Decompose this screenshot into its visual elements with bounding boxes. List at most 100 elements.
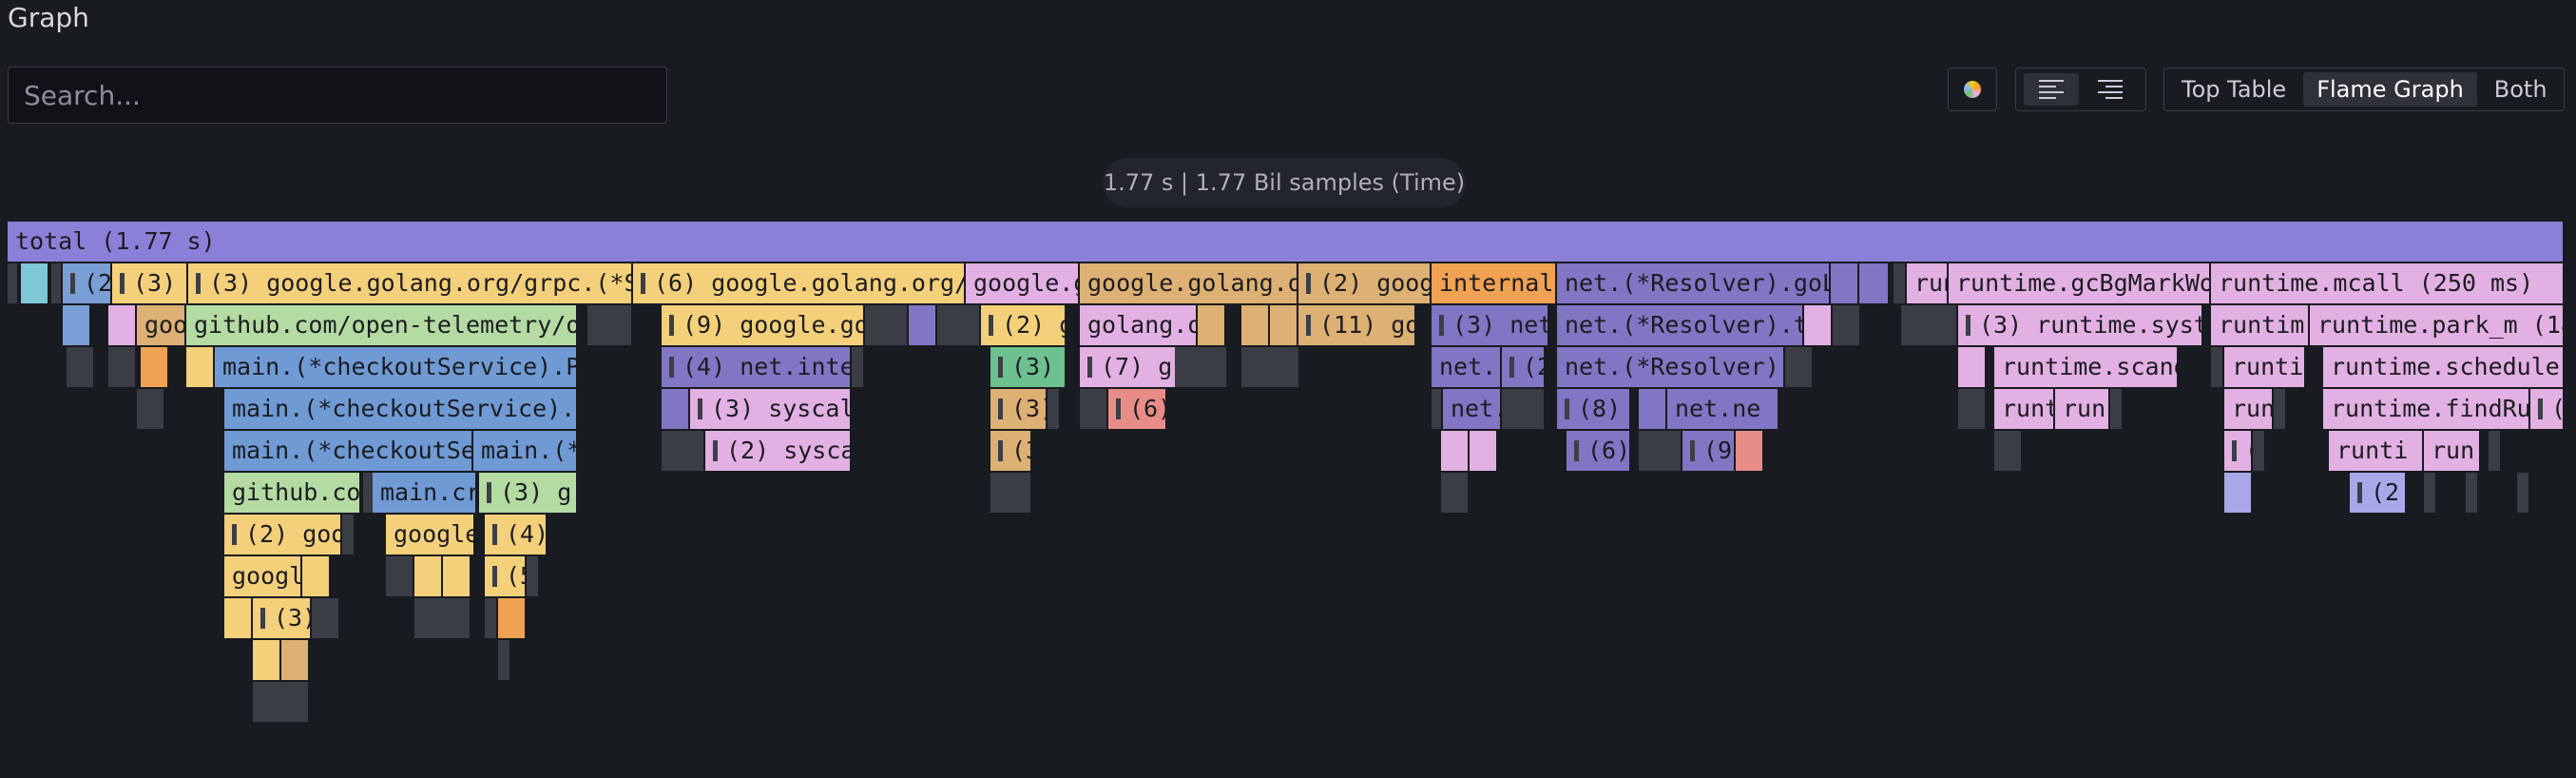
- flame-root-frame[interactable]: total (1.77 s): [8, 222, 2565, 262]
- flame-frame[interactable]: main.(*: [473, 431, 578, 471]
- flame-frame[interactable]: google.g: [966, 263, 1080, 303]
- flame-frame[interactable]: (9) google.go: [662, 305, 865, 345]
- flame-frame[interactable]: [281, 640, 310, 680]
- tab-flame-graph[interactable]: Flame Graph: [2303, 72, 2477, 107]
- flame-frame[interactable]: [1198, 305, 1226, 345]
- flame-frame[interactable]: [386, 556, 414, 596]
- flame-frame[interactable]: (6) google.golang.org/g: [633, 263, 966, 303]
- flame-frame[interactable]: runtime.schedule: [2323, 347, 2565, 387]
- flame-frame[interactable]: (2) sysca: [705, 431, 852, 471]
- flame-frame[interactable]: [1639, 431, 1682, 471]
- flame-frame[interactable]: (2: [63, 263, 112, 303]
- search-input[interactable]: [8, 67, 667, 124]
- flame-frame[interactable]: [108, 305, 137, 345]
- flame-frame[interactable]: [937, 305, 981, 345]
- flame-frame[interactable]: [414, 556, 443, 596]
- flame-frame[interactable]: (3) syscal: [690, 389, 852, 429]
- flame-frame[interactable]: [1894, 263, 1907, 303]
- flame-frame[interactable]: [1441, 473, 1470, 513]
- flame-frame[interactable]: runt: [1994, 389, 2055, 429]
- flame-frame[interactable]: (6): [1567, 431, 1631, 471]
- flame-frame[interactable]: (3): [112, 263, 188, 303]
- tab-both[interactable]: Both: [2481, 72, 2561, 107]
- flame-frame[interactable]: net.: [1443, 389, 1502, 429]
- flame-frame[interactable]: google: [224, 556, 302, 596]
- align-right-button[interactable]: [2083, 73, 2138, 106]
- flame-frame[interactable]: internal/: [1432, 263, 1557, 303]
- flame-frame[interactable]: [1804, 305, 1833, 345]
- flame-frame[interactable]: run: [2424, 431, 2481, 471]
- flame-frame[interactable]: [302, 556, 331, 596]
- color-scheme-button[interactable]: [1948, 68, 1997, 111]
- flame-frame[interactable]: [1958, 389, 1987, 429]
- flame-frame[interactable]: [485, 598, 498, 638]
- flame-frame[interactable]: [1639, 389, 1667, 429]
- flame-frame[interactable]: [1901, 305, 1958, 345]
- flame-frame[interactable]: [527, 556, 540, 596]
- flame-frame[interactable]: [865, 305, 909, 345]
- flame-frame[interactable]: [1831, 263, 1859, 303]
- flame-frame[interactable]: [2224, 473, 2253, 513]
- flame-frame[interactable]: google.golang.o: [1080, 263, 1298, 303]
- flame-frame[interactable]: [21, 263, 49, 303]
- flame-frame[interactable]: net.(: [1432, 347, 1502, 387]
- flame-frame[interactable]: github.com/open-telemetry/o: [186, 305, 578, 345]
- flame-frame[interactable]: [137, 389, 165, 429]
- flame-frame[interactable]: [1502, 389, 1546, 429]
- flame-frame[interactable]: [990, 473, 1032, 513]
- flame-frame[interactable]: [186, 347, 215, 387]
- flame-frame[interactable]: runti: [2224, 347, 2306, 387]
- flame-frame[interactable]: [2110, 389, 2124, 429]
- flame-frame[interactable]: [587, 305, 633, 345]
- flame-frame[interactable]: (2) goo: [224, 515, 342, 554]
- flame-frame[interactable]: net.(*Resolver).goL: [1557, 263, 1831, 303]
- flame-frame[interactable]: [1470, 431, 1498, 471]
- flame-frame[interactable]: [443, 556, 471, 596]
- flame-frame[interactable]: [662, 389, 690, 429]
- flame-frame[interactable]: [2466, 473, 2479, 513]
- flame-frame[interactable]: (2) g: [981, 305, 1067, 345]
- flame-frame[interactable]: goo: [137, 305, 186, 345]
- flame-frame[interactable]: main.(*checkoutService).P: [215, 347, 578, 387]
- flame-frame[interactable]: run: [1907, 263, 1949, 303]
- flame-frame[interactable]: [1958, 347, 1987, 387]
- flame-frame[interactable]: [1833, 305, 1861, 345]
- flame-frame[interactable]: (5: [485, 556, 527, 596]
- flame-frame[interactable]: (2: [2350, 473, 2407, 513]
- flame-frame[interactable]: [342, 515, 356, 554]
- flame-graph[interactable]: total (1.77 s) (2 (3) (3) google.golang.org…: [8, 222, 2565, 735]
- flame-frame[interactable]: [1175, 347, 1228, 387]
- flame-frame[interactable]: runtime.park_m (18: [2310, 305, 2565, 345]
- flame-frame[interactable]: [1994, 431, 2023, 471]
- flame-frame[interactable]: (2) goog: [1298, 263, 1432, 303]
- flame-frame[interactable]: (4): [485, 515, 548, 554]
- flame-frame[interactable]: [852, 347, 865, 387]
- flame-frame[interactable]: [662, 431, 705, 471]
- flame-frame[interactable]: [2211, 347, 2224, 387]
- flame-frame[interactable]: (4) net.inte: [662, 347, 852, 387]
- flame-frame[interactable]: [224, 598, 253, 638]
- flame-frame[interactable]: [2489, 431, 2502, 471]
- flame-frame[interactable]: (3) net: [1432, 305, 1549, 345]
- flame-frame[interactable]: [8, 263, 19, 303]
- flame-frame[interactable]: run: [2055, 389, 2110, 429]
- flame-frame[interactable]: google: [386, 515, 475, 554]
- flame-frame[interactable]: main.(*checkoutService).: [224, 389, 578, 429]
- flame-frame[interactable]: golang.o: [1080, 305, 1198, 345]
- flame-frame[interactable]: (6): [1108, 389, 1167, 429]
- flame-frame[interactable]: [67, 347, 95, 387]
- flame-frame[interactable]: (3): [253, 598, 312, 638]
- flame-frame[interactable]: [2424, 473, 2437, 513]
- flame-frame[interactable]: [63, 305, 91, 345]
- flame-frame[interactable]: [498, 598, 527, 638]
- flame-frame[interactable]: [498, 640, 511, 680]
- flame-frame[interactable]: (3) runtime.syst: [1958, 305, 2203, 345]
- flame-frame[interactable]: (8): [1557, 389, 1631, 429]
- flame-frame[interactable]: [1241, 305, 1270, 345]
- flame-frame[interactable]: [2517, 473, 2530, 513]
- flame-frame[interactable]: [1241, 347, 1300, 387]
- flame-frame[interactable]: (3): [990, 347, 1067, 387]
- flame-frame[interactable]: (11) go: [1298, 305, 1416, 345]
- flame-frame[interactable]: runtime.scano: [1994, 347, 2179, 387]
- flame-frame[interactable]: runtime.gcBgMarkWo: [1949, 263, 2211, 303]
